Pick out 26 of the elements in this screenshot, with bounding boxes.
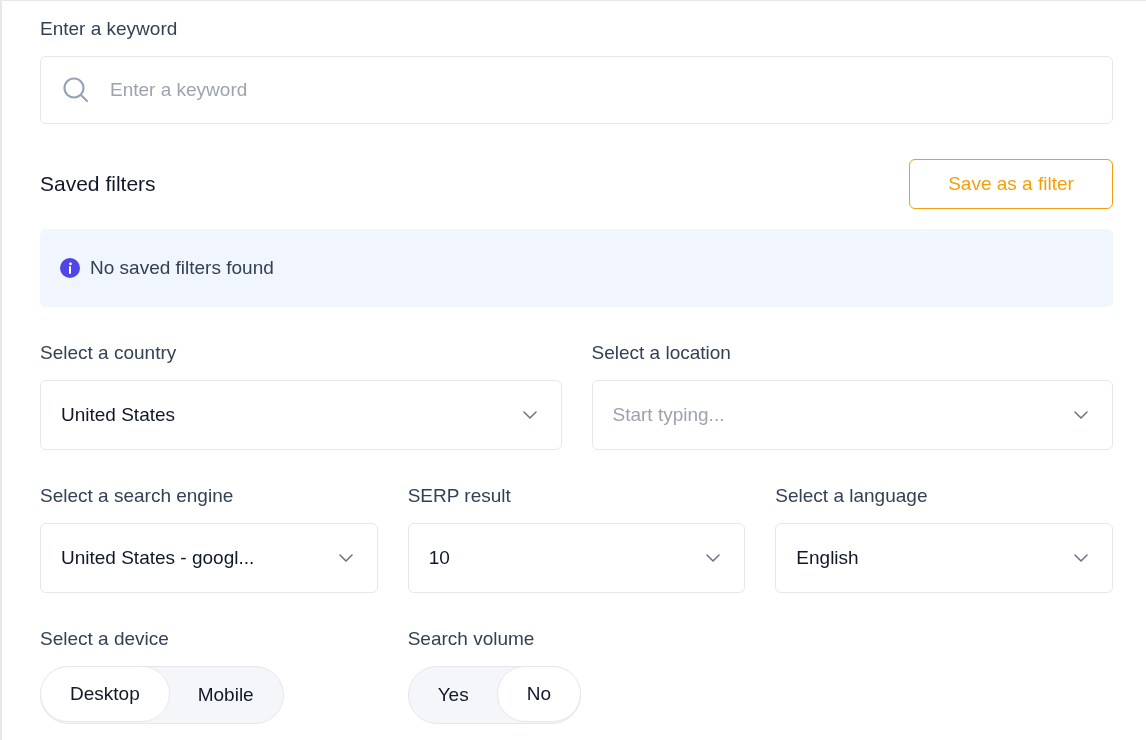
chevron-down-icon (522, 411, 537, 419)
section-title: Saved filters (40, 171, 156, 198)
chevron-down-icon (338, 554, 353, 562)
dropdown[interactable]: United States (40, 380, 562, 450)
field-label: Select a country (40, 341, 178, 365)
search-field[interactable]: Enter a keyword (40, 56, 1113, 124)
field-label: Search volume (407, 627, 536, 651)
chevron-down-icon (1074, 411, 1088, 419)
field-label: Select a device (40, 627, 170, 651)
dropdown[interactable]: English (775, 523, 1113, 593)
field-label: Enter a keyword (40, 17, 179, 41)
field-label: Select a location (591, 341, 732, 365)
toggle-option[interactable]: No (496, 666, 581, 722)
search-icon (62, 76, 90, 104)
dropdown[interactable]: United States - googl... (40, 523, 378, 593)
field-label: Select a search engine (40, 484, 235, 508)
notice-text: No saved filters found (90, 255, 274, 280)
chevron-down-icon (1074, 554, 1088, 562)
field-label: Select a language (775, 484, 929, 508)
field-label: SERP result (407, 484, 512, 508)
toggle-option[interactable]: Desktop (40, 666, 170, 722)
toggle-option[interactable]: Mobile (168, 667, 283, 723)
dropdown[interactable]: 10 (407, 523, 746, 593)
info-icon (60, 258, 80, 278)
toggle-option[interactable]: Yes (408, 667, 498, 723)
chevron-down-icon (706, 554, 721, 562)
